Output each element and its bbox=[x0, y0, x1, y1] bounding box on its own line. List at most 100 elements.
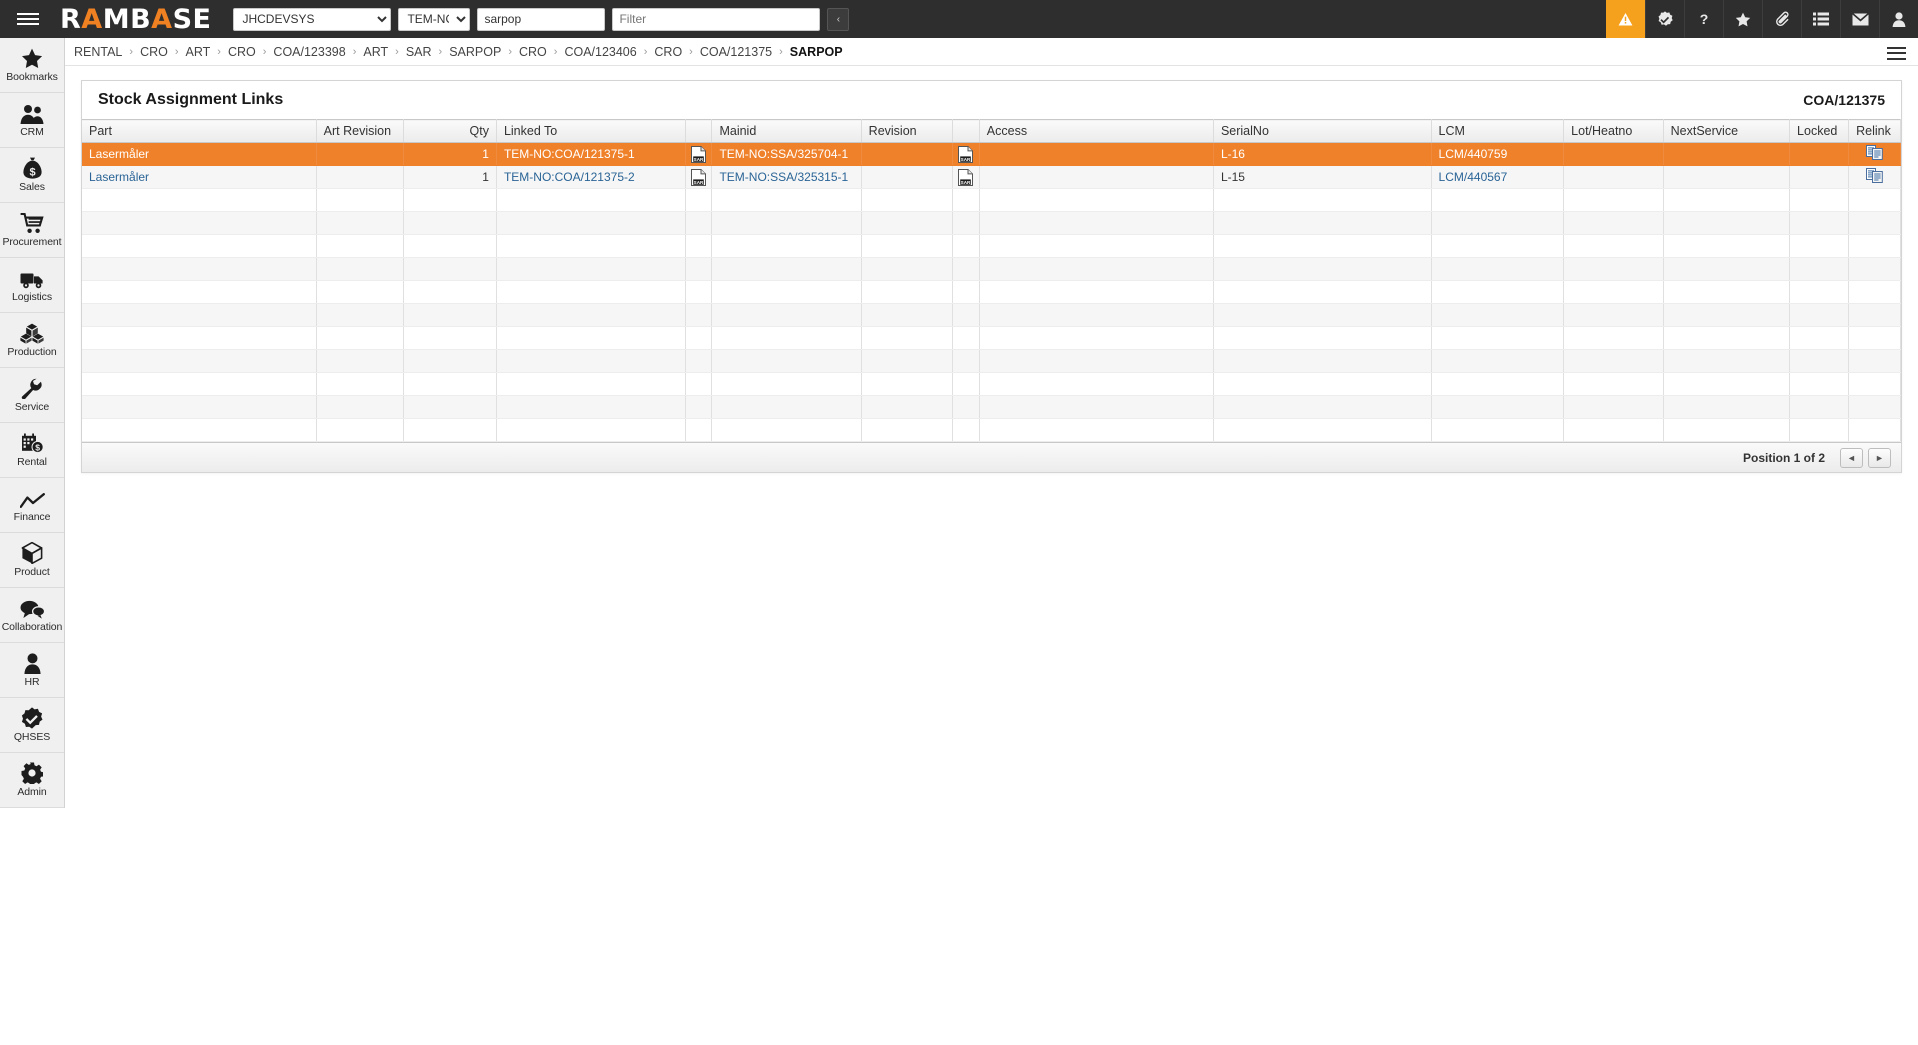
breadcrumb-item-3[interactable]: CRO bbox=[227, 45, 257, 59]
cell-value-lcm[interactable]: LCM/440567 bbox=[1439, 170, 1508, 184]
breadcrumb-item-5[interactable]: ART bbox=[362, 45, 389, 59]
messages-icon[interactable] bbox=[1840, 0, 1879, 38]
sidebar-item-rental[interactable]: $ Rental bbox=[0, 423, 64, 478]
cell-part[interactable]: Lasermåler bbox=[82, 142, 317, 166]
filter-input[interactable] bbox=[612, 7, 821, 31]
document-type-select[interactable]: TEM-NO bbox=[398, 7, 471, 31]
breadcrumb-item-11[interactable]: COA/121375 bbox=[699, 45, 773, 59]
app-logo[interactable]: RAMBASE bbox=[60, 4, 211, 35]
next-page-button[interactable]: ► bbox=[1868, 447, 1891, 468]
sidebar-item-crm[interactable]: CRM bbox=[0, 93, 64, 148]
cell-value-linked_to[interactable]: TEM-NO:COA/121375-2 bbox=[504, 170, 635, 184]
favorites-icon[interactable] bbox=[1723, 0, 1762, 38]
cell-mainid[interactable]: TEM-NO:SSA/325704-1 bbox=[711, 142, 862, 166]
cell-value-part[interactable]: Lasermåler bbox=[89, 170, 149, 184]
breadcrumb-item-1[interactable]: CRO bbox=[139, 45, 169, 59]
sidebar-item-production[interactable]: Production bbox=[0, 313, 64, 368]
page-menu-button[interactable] bbox=[1887, 43, 1906, 63]
cell-empty bbox=[403, 395, 497, 419]
sidebar-item-service[interactable]: Service bbox=[0, 368, 64, 423]
cell-lcm[interactable]: LCM/440567 bbox=[1431, 165, 1565, 189]
breadcrumb-item-10[interactable]: CRO bbox=[653, 45, 683, 59]
column-header-access[interactable]: Access bbox=[979, 119, 1214, 143]
cell-empty bbox=[952, 211, 980, 235]
search-input[interactable] bbox=[477, 7, 606, 31]
table-row[interactable]: Lasermåler 1 TEM-NO:COA/121375-1 SAR TEM-NO:… bbox=[82, 142, 1901, 166]
cell-empty bbox=[979, 280, 1214, 304]
cell-empty bbox=[82, 372, 317, 396]
breadcrumb-item-8[interactable]: CRO bbox=[518, 45, 548, 59]
mainid-sar-document-icon[interactable]: SAR bbox=[958, 168, 974, 186]
company-select[interactable]: JHCDEVSYS bbox=[233, 7, 392, 31]
breadcrumb-item-6[interactable]: SAR bbox=[405, 45, 433, 59]
linked-sar-document-icon[interactable]: SAR bbox=[691, 145, 706, 163]
cell-linked_to[interactable]: TEM-NO:COA/121375-1 bbox=[496, 142, 686, 166]
column-header-part[interactable]: Part bbox=[82, 119, 317, 143]
column-header-serialno[interactable]: SerialNo bbox=[1213, 119, 1432, 143]
sidebar-item-bookmarks[interactable]: Bookmarks bbox=[0, 38, 64, 93]
column-header-revision[interactable]: Revision bbox=[861, 119, 953, 143]
cell-lcm[interactable]: LCM/440759 bbox=[1431, 142, 1565, 166]
breadcrumb-item-4[interactable]: COA/123398 bbox=[272, 45, 346, 59]
relink-copy-icon[interactable] bbox=[1866, 145, 1883, 163]
cell-value-mainid[interactable]: TEM-NO:SSA/325315-1 bbox=[719, 170, 848, 184]
breadcrumb-item-2[interactable]: ART bbox=[185, 45, 212, 59]
cell-value-lcm[interactable]: LCM/440759 bbox=[1439, 147, 1508, 161]
column-header-lot_heatno[interactable]: Lot/Heatno bbox=[1563, 119, 1664, 143]
column-header-linked_to[interactable]: Linked To bbox=[496, 119, 686, 143]
cell-value-mainid[interactable]: TEM-NO:SSA/325704-1 bbox=[719, 147, 848, 161]
cell-linked_to[interactable]: TEM-NO:COA/121375-2 bbox=[496, 165, 686, 189]
column-header-art_revision[interactable]: Art Revision bbox=[316, 119, 404, 143]
collapse-search-button[interactable]: ‹ bbox=[827, 7, 850, 31]
help-icon[interactable]: ? bbox=[1684, 0, 1723, 38]
sidebar-item-product[interactable]: Product bbox=[0, 533, 64, 588]
sidebar-item-procurement[interactable]: Procurement bbox=[0, 203, 64, 258]
sidebar-item-collaboration[interactable]: Collaboration bbox=[0, 588, 64, 643]
sidebar-item-finance[interactable]: Finance bbox=[0, 478, 64, 533]
linked-sar-document-icon[interactable]: SAR bbox=[691, 168, 706, 186]
cell-value-linked_to[interactable]: TEM-NO:COA/121375-1 bbox=[504, 147, 635, 161]
cell-empty bbox=[979, 257, 1214, 281]
attachment-icon[interactable] bbox=[1762, 0, 1801, 38]
sidebar-item-sales[interactable]: $ Sales bbox=[0, 148, 64, 203]
user-icon[interactable] bbox=[1879, 0, 1918, 38]
chat-icon bbox=[20, 597, 45, 619]
cell-empty bbox=[1789, 326, 1850, 350]
cell-part[interactable]: Lasermåler bbox=[82, 165, 317, 189]
cell-value-part[interactable]: Lasermåler bbox=[89, 147, 149, 161]
topbar-icon-group: ? bbox=[1606, 0, 1918, 38]
relink-copy-icon[interactable] bbox=[1866, 168, 1883, 186]
breadcrumb-item-7[interactable]: SARPOP bbox=[448, 45, 502, 59]
cell-empty bbox=[496, 372, 686, 396]
cell-empty bbox=[1789, 257, 1850, 281]
approval-icon[interactable] bbox=[1645, 0, 1684, 38]
breadcrumb-item-0[interactable]: RENTAL bbox=[73, 45, 123, 59]
column-header-qty[interactable]: Qty bbox=[403, 119, 497, 143]
column-header-main_doc[interactable] bbox=[952, 119, 980, 143]
column-header-lcm[interactable]: LCM bbox=[1431, 119, 1565, 143]
main-menu-button[interactable] bbox=[0, 0, 56, 38]
column-header-nextservice[interactable]: NextService bbox=[1663, 119, 1791, 143]
warning-icon[interactable] bbox=[1606, 0, 1645, 38]
mainid-sar-document-icon[interactable]: SAR bbox=[958, 145, 974, 163]
cell-empty bbox=[1663, 326, 1791, 350]
sidebar-item-hr[interactable]: HR bbox=[0, 643, 64, 698]
breadcrumb-separator: › bbox=[217, 45, 221, 58]
column-header-locked[interactable]: Locked bbox=[1789, 119, 1850, 143]
cell-empty bbox=[1213, 349, 1432, 373]
sidebar-item-logistics[interactable]: Logistics bbox=[0, 258, 64, 313]
cell-empty bbox=[685, 211, 713, 235]
column-header-linked_doc[interactable] bbox=[685, 119, 713, 143]
cell-mainid[interactable]: TEM-NO:SSA/325315-1 bbox=[711, 165, 862, 189]
previous-page-button[interactable]: ◄ bbox=[1840, 447, 1863, 468]
cell-empty bbox=[1848, 418, 1901, 442]
table-row[interactable]: Lasermåler 1 TEM-NO:COA/121375-2 SAR TEM-NO:… bbox=[82, 165, 1901, 189]
column-header-mainid[interactable]: Mainid bbox=[711, 119, 862, 143]
cell-empty bbox=[1789, 234, 1850, 258]
column-header-relink[interactable]: Relink bbox=[1848, 119, 1901, 143]
breadcrumb-item-9[interactable]: COA/123406 bbox=[563, 45, 637, 59]
sidebar-item-admin[interactable]: Admin bbox=[0, 753, 64, 808]
sidebar-item-qhses[interactable]: QHSES bbox=[0, 698, 64, 753]
cell-value-serialno: L-15 bbox=[1220, 170, 1245, 184]
tasks-icon[interactable] bbox=[1801, 0, 1840, 38]
